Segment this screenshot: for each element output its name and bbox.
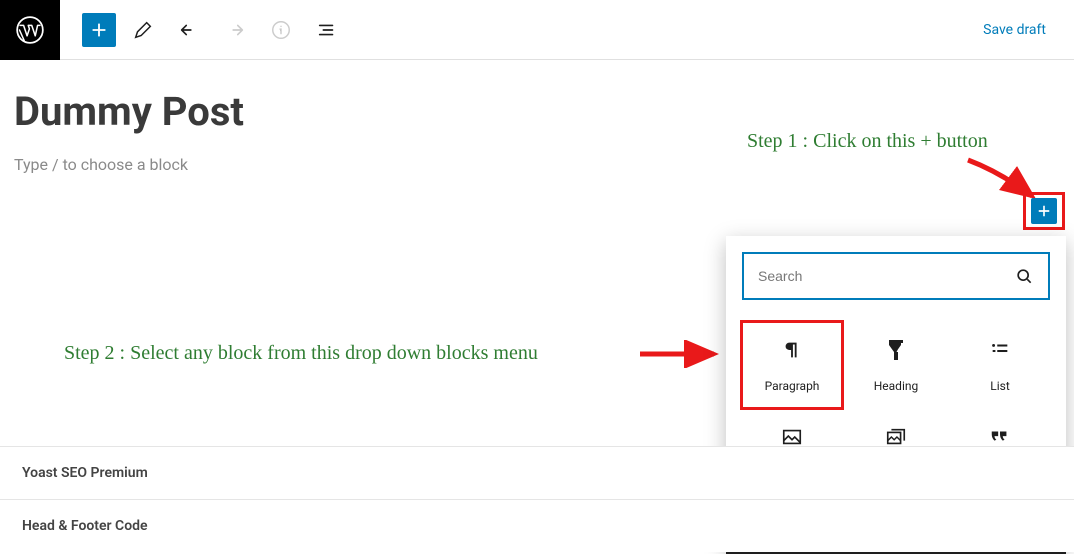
editor-content: Dummy Post Type / to choose a block xyxy=(0,60,1074,174)
inline-add-button[interactable] xyxy=(1031,198,1057,224)
outline-icon xyxy=(316,19,338,41)
arrow-step2 xyxy=(636,340,726,368)
plus-icon xyxy=(88,19,110,41)
redo-button xyxy=(216,11,254,49)
add-block-button[interactable] xyxy=(82,13,116,47)
redo-icon xyxy=(224,19,246,41)
annotation-step1: Step 1 : Click on this + button xyxy=(747,130,988,153)
pencil-icon xyxy=(132,19,154,41)
search-icon xyxy=(1014,266,1034,286)
heading-icon xyxy=(888,335,904,365)
yoast-panel[interactable]: Yoast SEO Premium xyxy=(0,446,1074,499)
edit-mode-button[interactable] xyxy=(124,11,162,49)
meta-panels: Yoast SEO Premium Head & Footer Code xyxy=(0,446,1074,552)
undo-button[interactable] xyxy=(170,11,208,49)
block-placeholder[interactable]: Type / to choose a block xyxy=(12,151,1062,174)
block-label: List xyxy=(990,379,1010,393)
editor-toolbar: Save draft xyxy=(0,0,1074,60)
paragraph-icon xyxy=(781,335,803,365)
undo-icon xyxy=(178,19,200,41)
outline-button[interactable] xyxy=(308,11,346,49)
block-heading[interactable]: Heading xyxy=(844,320,948,410)
search-container xyxy=(742,252,1050,300)
inline-inserter-highlight xyxy=(1023,192,1065,230)
block-label: Heading xyxy=(874,379,919,393)
search-input[interactable] xyxy=(758,268,1014,284)
block-label: Paragraph xyxy=(765,379,820,393)
plus-icon xyxy=(1035,202,1053,220)
block-paragraph[interactable]: Paragraph xyxy=(740,320,844,410)
annotation-step2: Step 2 : Select any block from this drop… xyxy=(64,342,538,365)
wordpress-icon xyxy=(16,16,44,44)
info-icon xyxy=(270,19,292,41)
info-button xyxy=(262,11,300,49)
save-draft-button[interactable]: Save draft xyxy=(971,14,1058,46)
list-icon xyxy=(989,335,1011,365)
wordpress-logo[interactable] xyxy=(0,0,60,60)
headfoot-panel[interactable]: Head & Footer Code xyxy=(0,499,1074,552)
block-list[interactable]: List xyxy=(948,320,1052,410)
